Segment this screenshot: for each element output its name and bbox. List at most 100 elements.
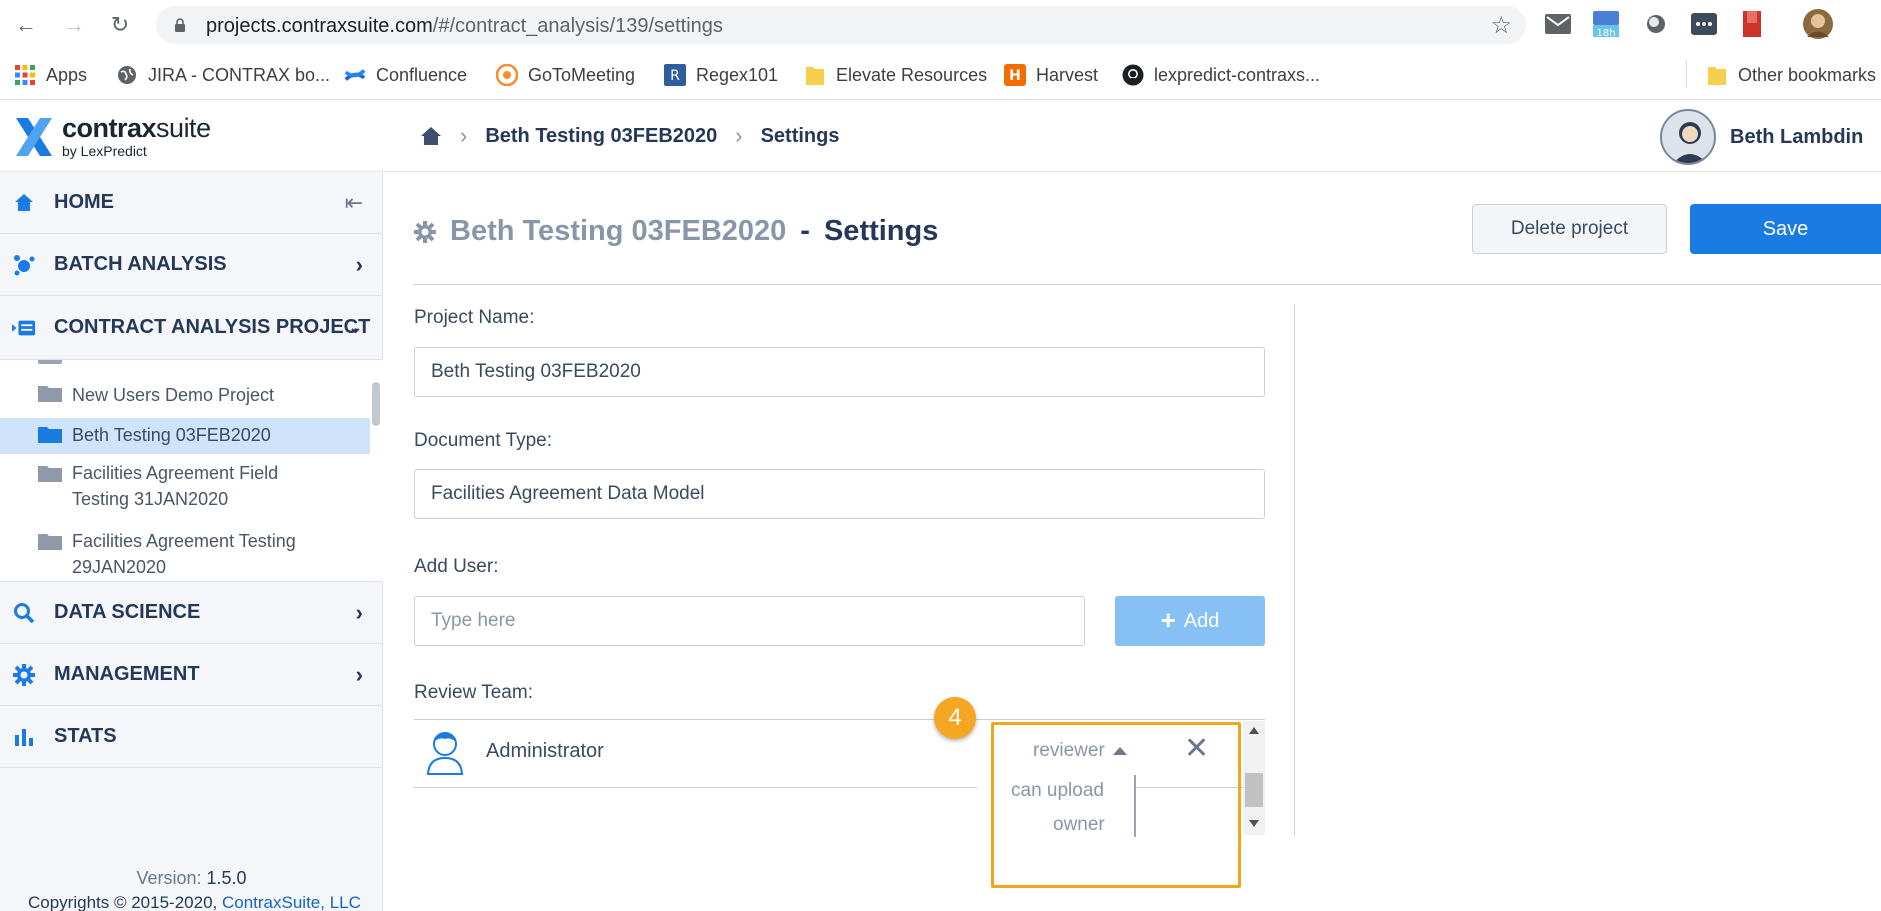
project-item[interactable]: New Users Demo Project	[0, 380, 370, 412]
project-name: Facilities Agreement Field Testing 31JAN2…	[72, 463, 279, 509]
save-button[interactable]: Save	[1690, 204, 1881, 254]
project-item-active[interactable]: Beth Testing 03FEB2020	[0, 418, 370, 454]
browser-toolbar: ← → ↻ projects.contraxsuite.com/#/contra…	[0, 0, 1881, 50]
contraxsuite-logo[interactable]: contraxsuite by LexPredict	[14, 115, 211, 158]
bookmark-label: GoToMeeting	[528, 64, 636, 85]
search-icon	[12, 601, 36, 625]
chevron-down-icon: ⌄	[347, 317, 363, 337]
scrollbar-thumb[interactable]	[1245, 773, 1263, 807]
folder-icon	[38, 466, 62, 482]
project-item[interactable]: Facilities Agreement Field Testing 31JAN2…	[0, 460, 370, 516]
gear-icon	[12, 663, 36, 687]
bookmarks-divider	[1686, 60, 1687, 88]
add-user-input[interactable]: Type here	[414, 596, 1085, 646]
step-number-badge: 4	[934, 697, 976, 739]
bookmark-star-icon[interactable]: ☆	[1490, 11, 1512, 40]
url-text: projects.contraxsuite.com/#/contract_ana…	[206, 15, 723, 37]
bookmark-confluence[interactable]: Confluence	[344, 62, 467, 88]
project-name: Beth Testing 03FEB2020	[72, 425, 271, 445]
bookmark-github[interactable]: lexpredict-contraxs...	[1122, 62, 1320, 88]
bookmark-label: Elevate Resources	[836, 64, 988, 85]
review-team-divider	[414, 719, 1265, 720]
breadcrumb-project[interactable]: Beth Testing 03FEB2020	[485, 125, 717, 148]
profile-avatar-icon[interactable]	[1802, 8, 1834, 40]
sidebar-item-data-science[interactable]: DATA SCIENCE ›	[0, 582, 383, 644]
regex101-icon: R	[664, 64, 686, 86]
sidebar-item-contract-analysis[interactable]: CONTRACT ANALYSIS PROJECT ⌄	[0, 296, 383, 360]
scroll-up-arrow-icon[interactable]	[1249, 727, 1259, 734]
back-arrow-icon[interactable]: ←	[10, 9, 42, 41]
reload-icon[interactable]: ↻	[104, 9, 136, 41]
copyright-link[interactable]: ContraxSuite, LLC	[222, 893, 361, 911]
github-icon	[1122, 64, 1144, 86]
folder-icon	[38, 386, 62, 402]
globe-icon	[116, 64, 138, 86]
calendar-icon[interactable]: 18h	[1592, 10, 1620, 38]
svg-text:18h: 18h	[1596, 28, 1615, 38]
gear-icon	[414, 220, 436, 243]
folder-icon	[38, 360, 62, 364]
molecule-icon	[12, 253, 36, 277]
title-divider	[414, 284, 1881, 285]
project-item[interactable]: Facilities Agreement Testing 29JAN2020	[0, 528, 370, 581]
gotomeeting-icon	[496, 64, 518, 86]
page-title: Beth Testing 03FEB2020 - Settings	[414, 215, 938, 248]
project-name-label: Project Name:	[414, 307, 535, 328]
collapse-sidebar-icon[interactable]: ⇤	[345, 190, 363, 216]
add-user-button[interactable]: + Add	[1115, 596, 1265, 646]
review-team-scrollbar[interactable]	[1243, 721, 1265, 835]
user-menu[interactable]: Beth Lambdin	[1660, 109, 1863, 165]
bookmark-gotomeeting[interactable]: GoToMeeting	[496, 62, 635, 88]
plus-icon: +	[1160, 605, 1176, 635]
sidebar-item-label: STATS	[54, 725, 117, 747]
bookmark-label: Regex101	[696, 64, 779, 85]
bookmark-label: Apps	[46, 64, 88, 85]
bookmark-harvest[interactable]: H Harvest	[1004, 62, 1098, 88]
chevron-right-icon: ›	[460, 123, 468, 148]
sidebar-item-label: HOME	[54, 191, 114, 213]
sidebar-item-label: DATA SCIENCE	[54, 601, 201, 623]
bar-chart-icon	[12, 725, 36, 749]
review-team-label: Review Team:	[414, 682, 533, 703]
address-bar[interactable]: projects.contraxsuite.com/#/contract_ana…	[156, 6, 1526, 44]
more-dots-extension-icon[interactable]	[1690, 10, 1718, 38]
bookmark-label: Other bookmarks	[1738, 64, 1877, 85]
sidebar-item-label: CONTRACT ANALYSIS PROJECT	[54, 316, 371, 338]
bookmark-other[interactable]: Other bookmarks	[1706, 62, 1876, 88]
svg-text:R: R	[670, 68, 680, 84]
sidebar-item-label: MANAGEMENT	[54, 663, 200, 685]
project-name: Facilities Agreement Testing 29JAN2020	[72, 531, 296, 577]
project-list-scrollbar[interactable]	[372, 382, 380, 426]
scroll-down-arrow-icon[interactable]	[1249, 820, 1259, 827]
copyright: Copyrights © 2015-2020, ContraxSuite, LL…	[28, 893, 361, 911]
chevron-right-icon: ›	[355, 599, 363, 625]
bookmark-apps[interactable]: Apps	[14, 62, 87, 88]
sidebar-item-home[interactable]: HOME ⇤	[0, 172, 383, 234]
contraxsuite-x-icon	[16, 117, 52, 156]
document-type-label: Document Type:	[414, 430, 553, 451]
video-list-icon	[12, 316, 36, 340]
chevron-right-icon: ›	[735, 123, 743, 148]
sidebar-item-stats[interactable]: STATS	[0, 706, 383, 768]
forward-arrow-icon[interactable]: →	[58, 9, 90, 41]
home-breadcrumb-icon[interactable]	[420, 126, 442, 146]
title-settings: Settings	[823, 215, 939, 247]
add-user-label: Add User:	[414, 556, 499, 577]
team-member-name: Administrator	[486, 740, 604, 762]
delete-project-button[interactable]: Delete project	[1472, 204, 1667, 254]
gmail-icon[interactable]	[1544, 10, 1572, 38]
add-button-label: Add	[1183, 609, 1220, 632]
bookmark-label: Confluence	[376, 64, 468, 85]
bookmark-regex101[interactable]: R Regex101	[664, 62, 778, 88]
project-name-input[interactable]: Beth Testing 03FEB2020	[414, 347, 1265, 397]
sidebar-item-management[interactable]: MANAGEMENT ›	[0, 644, 383, 706]
bookmark-jira[interactable]: JIRA - CONTRAX bo...	[116, 62, 330, 88]
table-row-divider	[414, 787, 977, 788]
document-type-input[interactable]: Facilities Agreement Data Model	[414, 469, 1265, 519]
bookmark-red-icon[interactable]	[1738, 10, 1766, 38]
harvest-icon: H	[1004, 64, 1026, 86]
bookmark-elevate-resources[interactable]: Elevate Resources	[804, 62, 987, 88]
sidebar-item-batch-analysis[interactable]: BATCH ANALYSIS ›	[0, 234, 383, 296]
apps-grid-icon	[14, 64, 36, 86]
extension-circle-icon[interactable]	[1642, 10, 1670, 38]
